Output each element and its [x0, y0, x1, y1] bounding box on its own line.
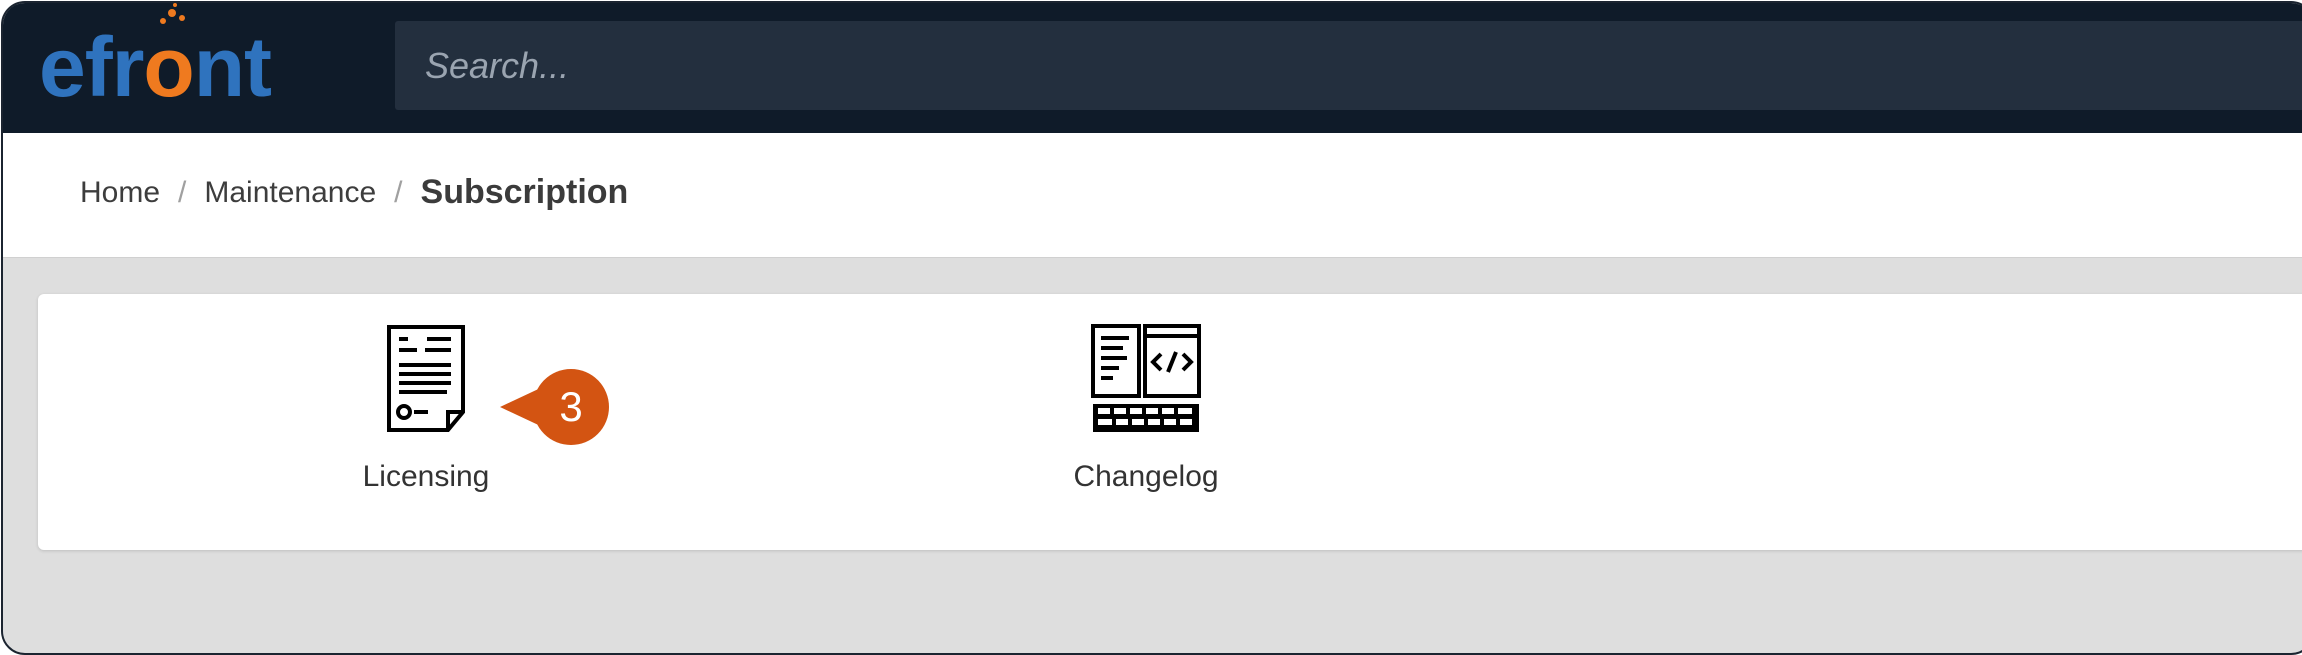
breadcrumb: Home / Maintenance / Subscription — [80, 173, 628, 212]
code-changelog-icon — [1091, 324, 1201, 432]
changelog-tile[interactable]: Changelog — [1026, 324, 1266, 494]
breadcrumb-home[interactable]: Home — [80, 176, 160, 210]
search-input[interactable] — [395, 21, 2302, 110]
search-box — [395, 21, 2302, 110]
breadcrumb-bar: Home / Maintenance / Subscription — [3, 133, 2302, 258]
breadcrumb-separator: / — [394, 175, 403, 209]
step-callout-number: 3 — [559, 383, 583, 430]
breadcrumb-separator: / — [178, 175, 187, 209]
efront-logo[interactable]: efr o nt — [39, 3, 272, 117]
logo-o-with-spark: o — [143, 3, 195, 117]
top-navbar: efr o nt — [3, 3, 2302, 133]
licensing-label: Licensing — [362, 460, 490, 493]
breadcrumb-maintenance[interactable]: Maintenance — [204, 176, 376, 210]
changelog-label: Changelog — [1073, 460, 1219, 493]
maintenance-options-card: Licensing Changelog — [38, 294, 2302, 550]
spark-icon — [160, 3, 186, 24]
page-title: Subscription — [420, 173, 629, 211]
license-document-icon — [387, 325, 465, 432]
app-window: efr ont Home / Maintenance / Subscriptio… — [1, 1, 2302, 655]
